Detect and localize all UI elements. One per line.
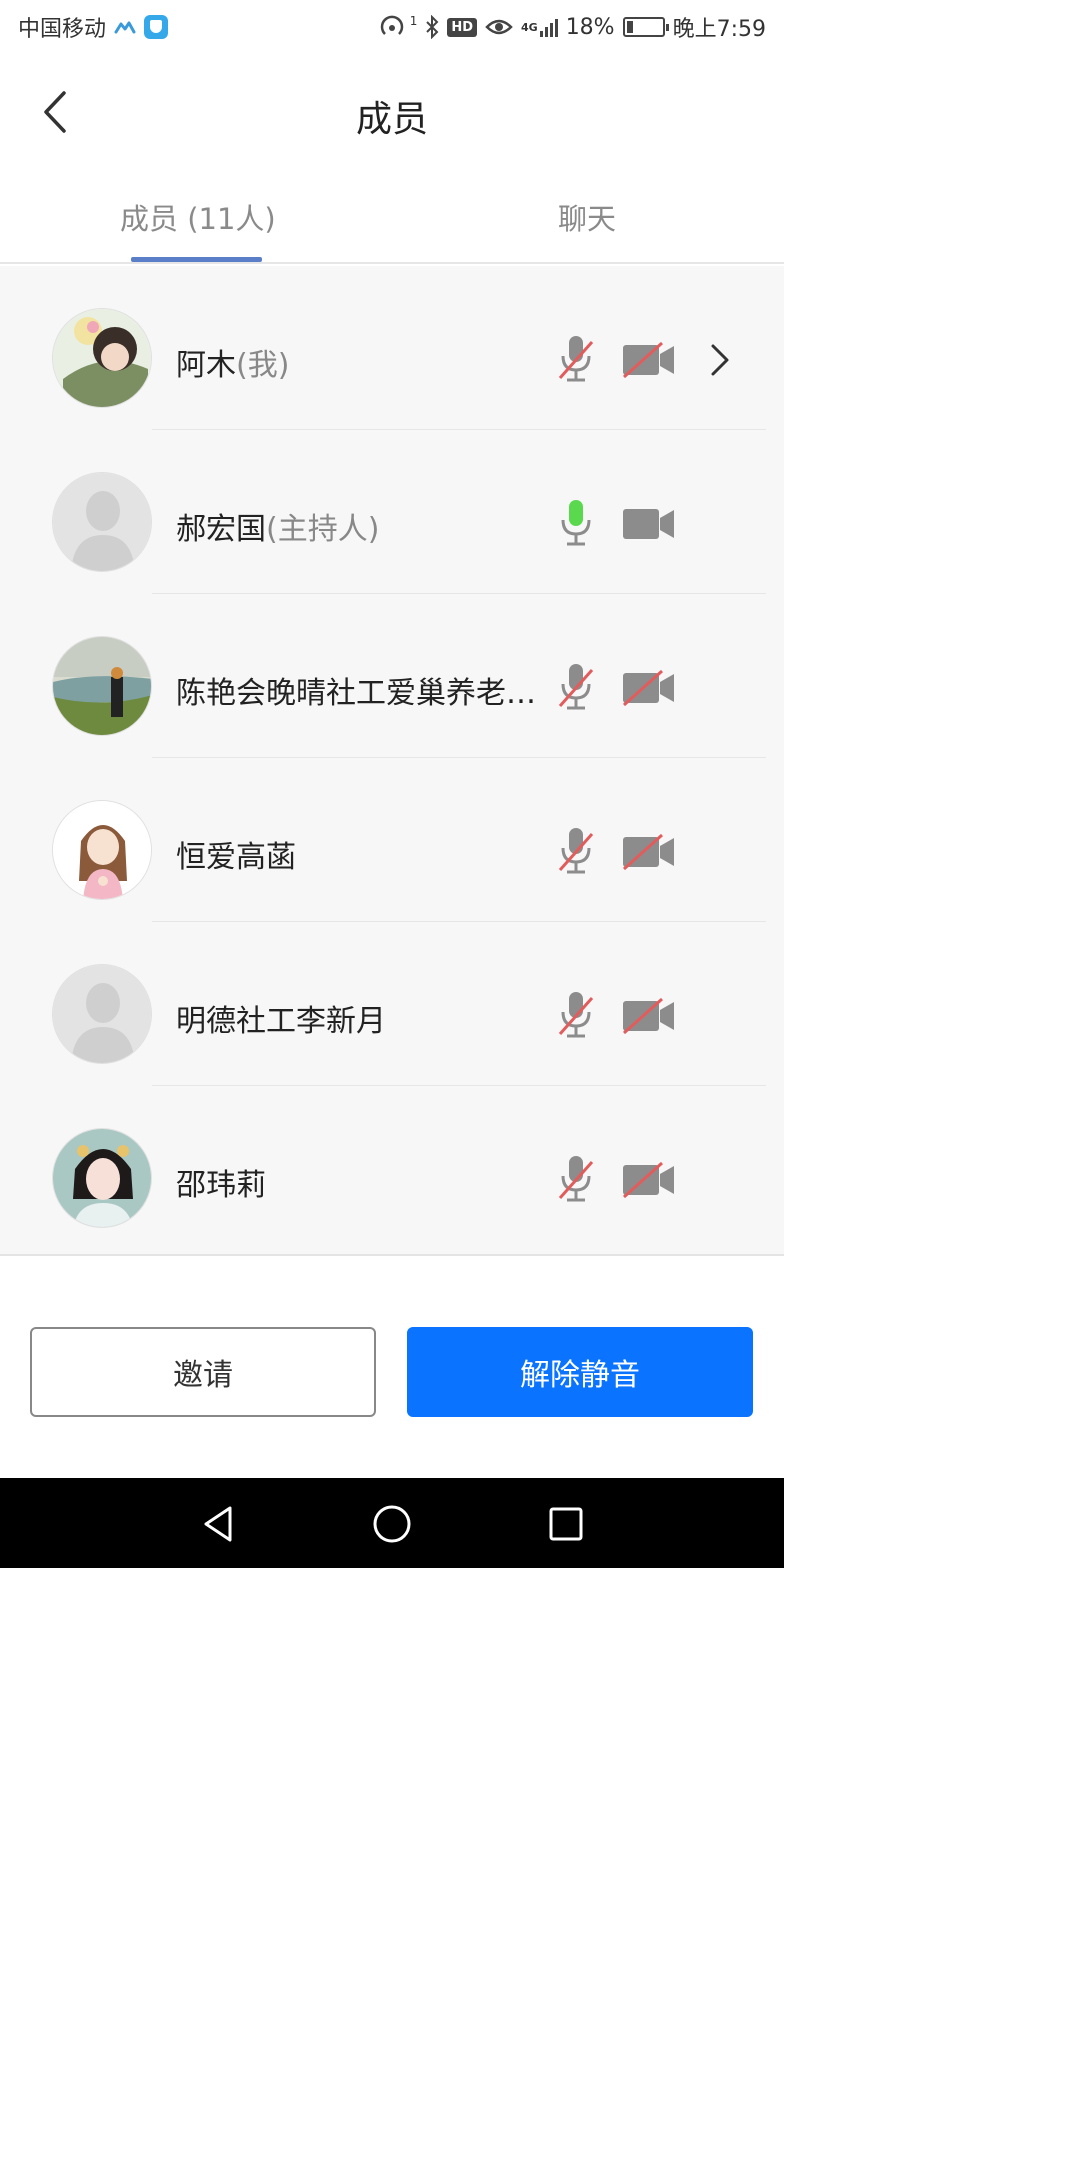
member-name: 邵玮莉 xyxy=(176,1160,266,1204)
member-name: 阿木(我) xyxy=(176,340,289,384)
mic-muted-icon[interactable] xyxy=(556,990,596,1040)
avatar xyxy=(52,800,152,900)
sim-index-label: 1 xyxy=(409,14,418,28)
avatar xyxy=(52,636,152,736)
tab-chat[interactable]: 聊天 xyxy=(558,196,616,238)
camera-off-icon[interactable] xyxy=(622,998,676,1034)
member-name-text: 明德社工李新月 xyxy=(176,1004,386,1039)
nav-home-button[interactable] xyxy=(370,1502,414,1546)
network-type-label: 4G xyxy=(521,20,538,34)
avatar xyxy=(52,964,152,1064)
tab-active-indicator xyxy=(131,257,262,262)
member-name-text: 郝宏国 xyxy=(176,512,266,547)
mic-muted-icon[interactable] xyxy=(556,662,596,712)
member-name-text: 陈艳会晚晴社工爱巢养老… xyxy=(176,676,536,711)
camera-on-icon[interactable] xyxy=(622,506,676,542)
unmute-button[interactable]: 解除静音 xyxy=(407,1327,753,1417)
eye-icon xyxy=(485,17,513,37)
mic-active-icon[interactable] xyxy=(556,498,596,548)
tab-bar: 成员 (11人) 聊天 xyxy=(0,174,784,264)
camera-off-icon[interactable] xyxy=(622,834,676,870)
camera-off-icon[interactable] xyxy=(622,342,676,378)
member-name: 陈艳会晚晴社工爱巢养老… xyxy=(176,668,536,712)
avatar xyxy=(52,1128,152,1228)
member-name-text: 恒爱高菡 xyxy=(176,840,296,875)
app-header: 成员 xyxy=(0,54,784,174)
mic-muted-icon[interactable] xyxy=(556,826,596,876)
circle-home-icon xyxy=(373,1505,411,1543)
square-recents-icon xyxy=(549,1507,583,1541)
signal-icon: 4G xyxy=(521,17,558,37)
member-name: 恒爱高菡 xyxy=(176,832,296,876)
system-nav-bar xyxy=(0,1478,784,1568)
page-title: 成员 xyxy=(355,99,428,140)
mic-muted-icon[interactable] xyxy=(556,334,596,384)
status-bar: 中国移动 1 HD 4G 18% 晚上7:59 xyxy=(0,0,784,54)
hd-badge: HD xyxy=(447,17,477,37)
member-row[interactable]: 邵玮莉 xyxy=(0,1086,784,1250)
mic-muted-icon[interactable] xyxy=(556,1154,596,1204)
member-row[interactable]: 陈艳会晚晴社工爱巢养老… xyxy=(0,594,784,758)
hotspot-icon: 1 xyxy=(380,14,418,39)
invite-button[interactable]: 邀请 xyxy=(30,1327,376,1417)
member-role: (我) xyxy=(236,348,290,383)
chevron-right-icon[interactable] xyxy=(708,342,732,378)
member-row[interactable]: 明德社工李新月 xyxy=(0,922,784,1086)
nav-back-button[interactable] xyxy=(196,1502,240,1546)
camera-off-icon[interactable] xyxy=(622,1162,676,1198)
avatar xyxy=(52,308,152,408)
member-name-text: 阿木 xyxy=(176,348,236,383)
bluetooth-icon xyxy=(425,15,439,39)
member-name-text: 邵玮莉 xyxy=(176,1168,266,1203)
shield-icon xyxy=(144,15,169,39)
camera-off-icon[interactable] xyxy=(622,670,676,706)
member-name: 郝宏国(主持人) xyxy=(176,504,379,548)
battery-percent: 18% xyxy=(565,14,615,40)
avatar xyxy=(52,472,152,572)
triangle-back-icon xyxy=(204,1506,232,1542)
nav-recents-button[interactable] xyxy=(544,1502,588,1546)
member-row[interactable]: 阿木(我) xyxy=(0,266,784,430)
tab-members[interactable]: 成员 (11人) xyxy=(120,196,276,238)
cloud-sync-icon xyxy=(114,20,136,34)
carrier-label: 中国移动 xyxy=(18,17,107,42)
member-row[interactable]: 郝宏国(主持人) xyxy=(0,430,784,594)
member-name: 明德社工李新月 xyxy=(176,996,386,1040)
clock: 晚上7:59 xyxy=(672,17,766,42)
battery-icon xyxy=(622,17,669,37)
member-row[interactable]: 恒爱高菡 xyxy=(0,758,784,922)
member-list[interactable]: 阿木(我) 郝宏国(主持人) 陈艳会晚晴社工爱巢养老… 恒爱高菡 明德社工李新月… xyxy=(0,266,784,1256)
member-role: (主持人) xyxy=(266,512,380,547)
